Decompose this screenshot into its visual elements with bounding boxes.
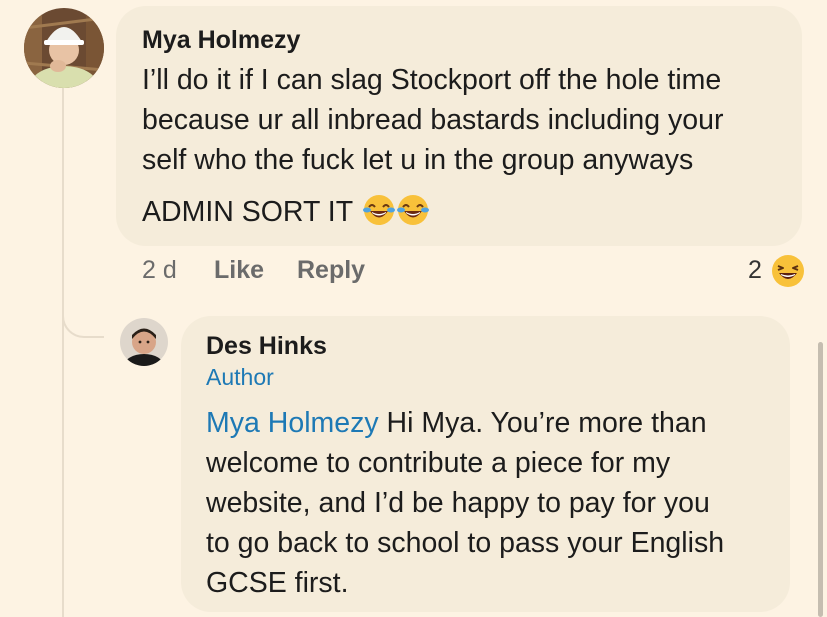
thread-line: [62, 88, 64, 617]
comment-author-name[interactable]: Mya Holmezy: [142, 26, 300, 55]
comment-line: I’ll do it if I can slag Stockport off t…: [142, 64, 722, 96]
comment-last-line: ADMIN SORT IT: [142, 192, 429, 232]
avatar-mya-holmezy[interactable]: [24, 8, 104, 88]
comment-line: ADMIN SORT IT: [142, 196, 353, 228]
comment-line: self who the fuck let u in the group any…: [142, 144, 694, 176]
avatar-des-hinks[interactable]: [120, 318, 168, 366]
reply-line: Hi Mya. You’re more than: [378, 407, 707, 439]
face-with-tears-of-joy-icon: [396, 195, 429, 225]
comment-timestamp: 2 d: [142, 256, 177, 284]
like-button[interactable]: Like: [214, 256, 264, 285]
comment-line: because ur all inbread bastards includin…: [142, 104, 724, 136]
reply-body: Mya Holmezy Hi Mya. You’re more than wel…: [206, 403, 724, 603]
scrollbar[interactable]: [818, 342, 823, 617]
reply-button[interactable]: Reply: [297, 256, 365, 285]
author-badge: Author: [206, 364, 274, 390]
reply-line: welcome to contribute a piece for my: [206, 447, 671, 479]
laughing-face-icon[interactable]: [771, 254, 805, 288]
mention-link[interactable]: Mya Holmezy: [206, 407, 379, 439]
reply-line: website, and I’d be happy to pay for you: [206, 487, 710, 519]
thread-connector: [62, 290, 104, 338]
comment-body: I’ll do it if I can slag Stockport off t…: [142, 60, 723, 180]
face-with-tears-of-joy-icon: [362, 195, 395, 225]
reply-first-line: Mya Holmezy Hi Mya. You’re more than: [206, 403, 724, 443]
reaction-count[interactable]: 2: [748, 256, 762, 285]
reply-line: to go back to school to pass your Englis…: [206, 527, 725, 559]
reply-line: GCSE first.: [206, 567, 349, 599]
reply-author-name[interactable]: Des Hinks: [206, 332, 327, 361]
